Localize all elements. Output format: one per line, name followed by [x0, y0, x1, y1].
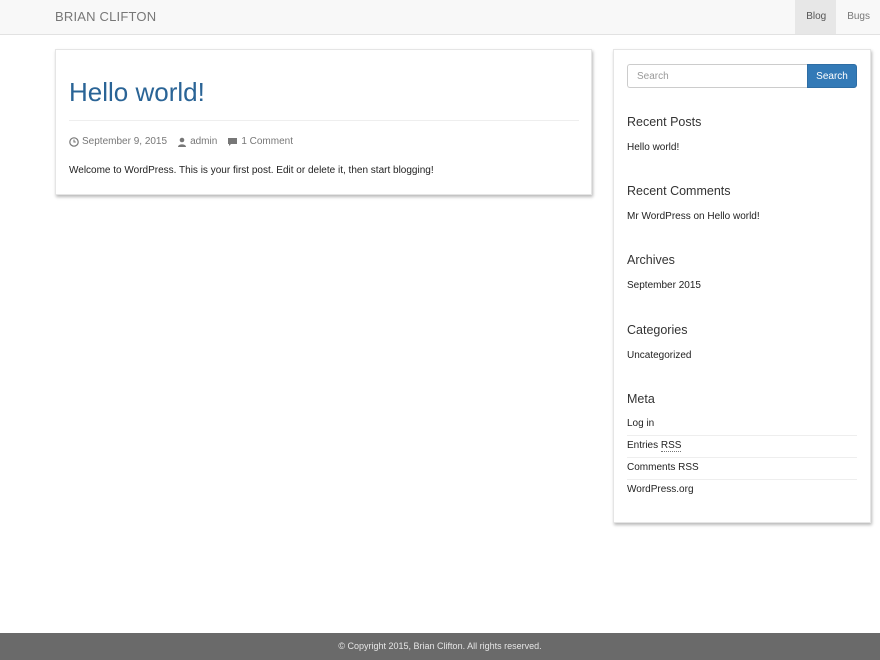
recent-comments-heading: Recent Comments	[627, 184, 731, 198]
list-item: WordPress.org	[627, 480, 857, 502]
nav-menu: Blog Bugs	[795, 0, 880, 34]
archive-link[interactable]: September 2015	[627, 280, 701, 291]
recent-posts-heading: Recent Posts	[627, 115, 702, 129]
meta-heading: Meta	[627, 392, 655, 406]
post-comments: 1 Comment	[227, 136, 293, 147]
sidebar: Search Recent Posts Hello world! Recent …	[613, 49, 871, 523]
list-item: Entries RSS	[627, 436, 857, 458]
clock-icon	[69, 136, 79, 147]
list-item: Comments RSS	[627, 458, 857, 480]
list-item: Log in	[627, 414, 857, 436]
search-input[interactable]	[627, 64, 807, 88]
recent-post-link[interactable]: Hello world!	[627, 142, 679, 153]
post-card: Hello world! September 9, 2015 admin 1 C…	[55, 49, 592, 195]
site-brand[interactable]: BRIAN CLIFTON	[55, 9, 156, 24]
post-content: Welcome to WordPress. This is your first…	[69, 165, 434, 176]
copyright-text: © Copyright 2015, Brian Clifton. All rig…	[338, 641, 542, 651]
post-title-link[interactable]: Hello world!	[69, 76, 205, 108]
post-meta: September 9, 2015 admin 1 Comment	[69, 136, 303, 147]
post-author-link[interactable]: admin	[190, 136, 217, 147]
top-navbar: BRIAN CLIFTON Blog Bugs	[0, 0, 880, 35]
user-icon	[178, 137, 187, 147]
comment-on-text: on	[693, 211, 705, 222]
archives-heading: Archives	[627, 253, 675, 267]
comment-post-link[interactable]: Hello world!	[707, 211, 759, 222]
nav-item-blog[interactable]: Blog	[795, 0, 837, 34]
post-date-link[interactable]: September 9, 2015	[82, 136, 167, 147]
entries-rss-link[interactable]: Entries RSS	[627, 440, 682, 452]
post-comments-link[interactable]: 1 Comment	[241, 136, 293, 147]
comment-author-link[interactable]: Mr WordPress	[627, 211, 691, 222]
post-divider	[69, 120, 579, 121]
category-link[interactable]: Uncategorized	[627, 350, 691, 361]
search-form: Search	[627, 64, 857, 88]
recent-comment-item: Mr WordPress on Hello world!	[627, 211, 760, 222]
categories-heading: Categories	[627, 323, 688, 337]
rss-abbr: RSS	[660, 440, 682, 452]
search-button[interactable]: Search	[807, 64, 857, 88]
nav-item-bugs[interactable]: Bugs	[836, 0, 880, 34]
post-date: September 9, 2015	[69, 136, 167, 147]
comment-icon	[228, 137, 238, 146]
wordpress-org-link[interactable]: WordPress.org	[627, 484, 694, 495]
post-author: admin	[177, 136, 217, 147]
login-link[interactable]: Log in	[627, 418, 654, 429]
entries-label: Entries	[627, 440, 659, 451]
meta-list: Log in Entries RSS Comments RSS WordPres…	[627, 414, 857, 502]
footer: © Copyright 2015, Brian Clifton. All rig…	[0, 633, 880, 660]
comments-rss-link[interactable]: Comments RSS	[627, 462, 699, 473]
